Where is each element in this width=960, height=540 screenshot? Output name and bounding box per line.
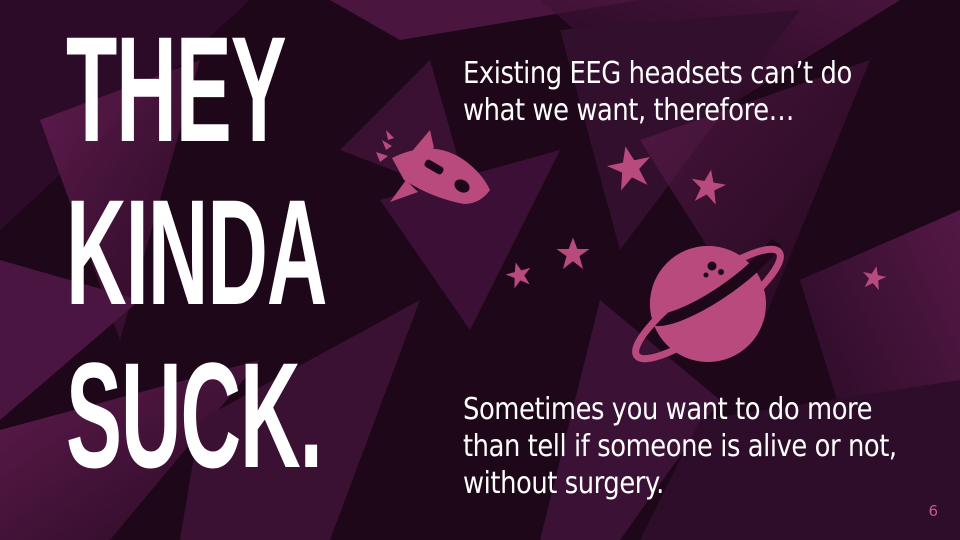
- planet-icon: [632, 238, 784, 363]
- bottom-text-line-3: without surgery.: [463, 466, 664, 501]
- page-number: 6: [928, 502, 938, 520]
- top-text-line-2: what we want, therefore…: [463, 93, 795, 128]
- headline-line-3: SUCK.: [66, 331, 323, 499]
- star-icon: [863, 266, 887, 291]
- headline-line-1: THEY: [66, 5, 287, 173]
- top-text: Existing EEG headsets can’t do what we w…: [463, 55, 852, 129]
- star-icon: [607, 146, 651, 191]
- star-icon: [505, 262, 531, 289]
- headline-line-2: KINDA: [66, 168, 328, 336]
- star-icon: [556, 237, 590, 270]
- rocket-icon: [376, 130, 490, 204]
- slide: THEY KINDA SUCK. Existing EEG headsets c…: [0, 0, 960, 540]
- bottom-text-line-2: than tell if someone is alive or not,: [463, 429, 897, 464]
- headline: THEY KINDA SUCK.: [66, 5, 328, 499]
- top-text-line-1: Existing EEG headsets can’t do: [463, 56, 852, 91]
- bottom-text: Sometimes you want to do more than tell …: [463, 391, 897, 502]
- bottom-text-line-1: Sometimes you want to do more: [463, 392, 873, 427]
- star-icon: [691, 169, 727, 205]
